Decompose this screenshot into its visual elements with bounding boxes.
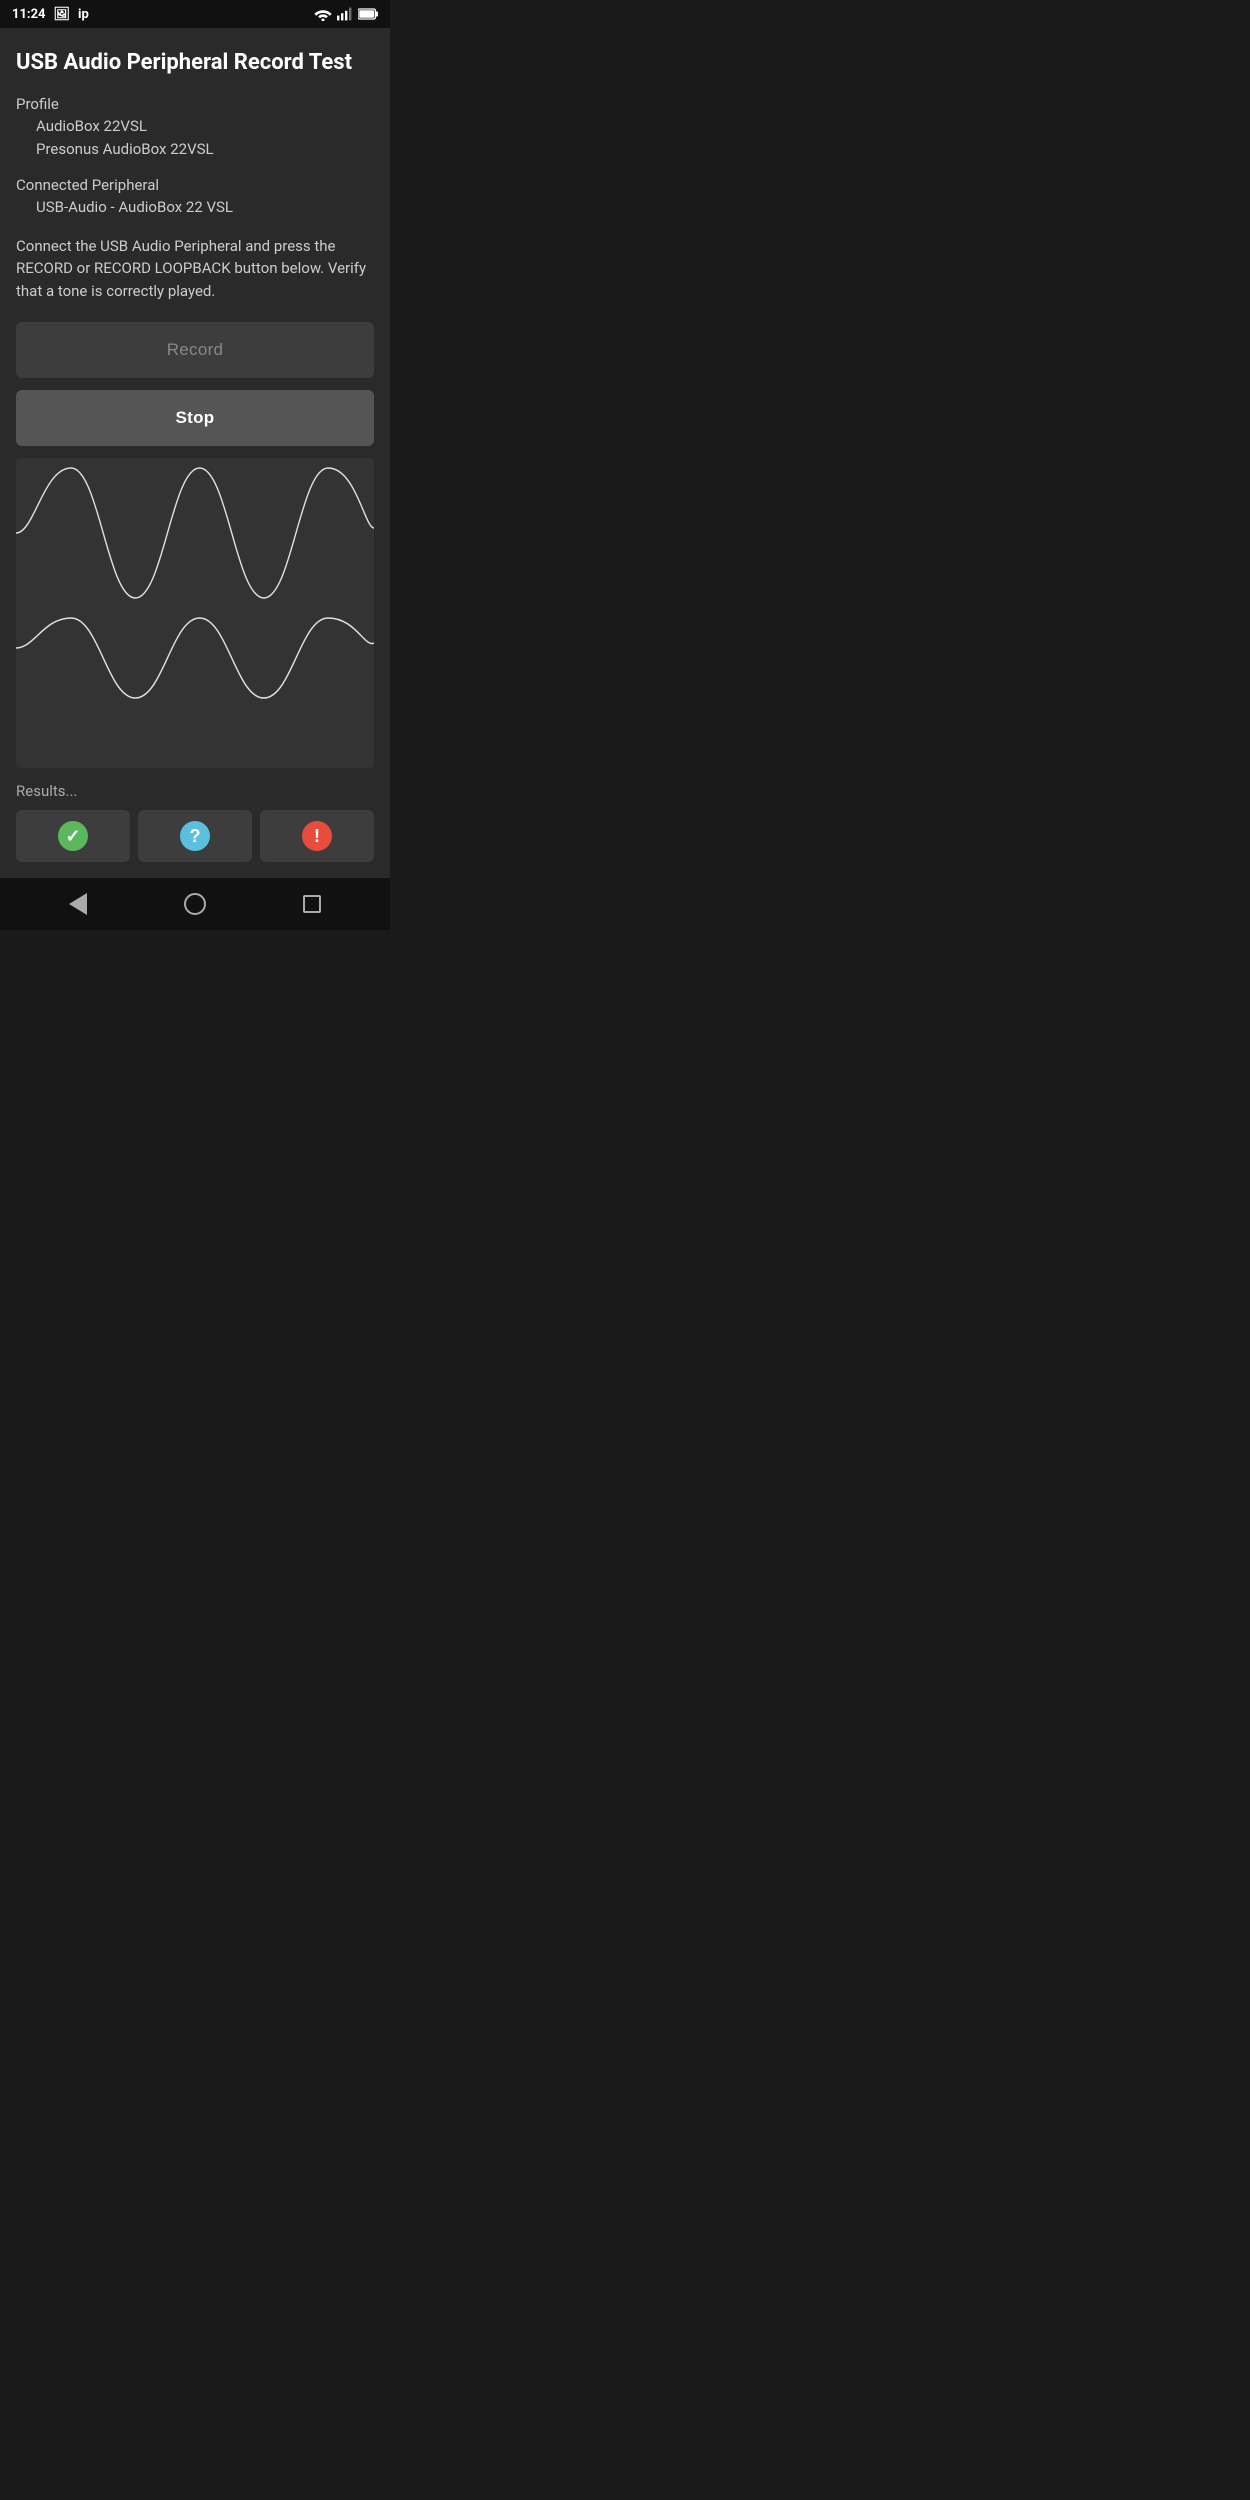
- profile-name: AudioBox 22VSL: [16, 115, 374, 138]
- result-pass-button[interactable]: ✓: [16, 810, 130, 862]
- nav-bar: [0, 878, 390, 930]
- battery-icon: [358, 8, 378, 20]
- home-button[interactable]: [176, 885, 214, 923]
- status-left: 11:24 🖼 ip: [12, 7, 89, 22]
- peripheral-label: Connected Peripheral: [16, 176, 374, 194]
- results-label: Results...: [16, 782, 374, 800]
- peripheral-section: Connected Peripheral USB-Audio - AudioBo…: [16, 176, 374, 219]
- stop-button[interactable]: Stop: [16, 390, 374, 446]
- peripheral-name: USB-Audio - AudioBox 22 VSL: [16, 196, 374, 219]
- result-unknown-button[interactable]: ?: [138, 810, 252, 862]
- result-fail-button[interactable]: !: [260, 810, 374, 862]
- page-title: USB Audio Peripheral Record Test: [16, 50, 374, 75]
- status-right: [314, 7, 378, 21]
- status-bar: 11:24 🖼 ip: [0, 0, 390, 28]
- recents-icon: [303, 895, 321, 913]
- check-icon: ✓: [58, 821, 88, 851]
- status-time: 11:24: [12, 7, 46, 22]
- photo-icon: 🖼: [54, 7, 71, 22]
- question-icon: ?: [180, 821, 210, 851]
- signal-icon: [337, 7, 353, 21]
- waveform-display: [16, 458, 374, 768]
- profile-label: Profile: [16, 95, 374, 113]
- back-icon: [69, 893, 87, 915]
- record-button[interactable]: Record: [16, 322, 374, 378]
- profile-section: Profile AudioBox 22VSL Presonus AudioBox…: [16, 95, 374, 160]
- waveform-svg: [16, 458, 374, 768]
- instruction-text: Connect the USB Audio Peripheral and pre…: [16, 235, 374, 303]
- back-button[interactable]: [61, 885, 95, 923]
- profile-subname: Presonus AudioBox 22VSL: [16, 138, 374, 161]
- wifi-icon: [314, 7, 332, 21]
- recents-button[interactable]: [295, 887, 329, 921]
- home-icon: [184, 893, 206, 915]
- ip-label: ip: [78, 7, 89, 22]
- main-content: USB Audio Peripheral Record Test Profile…: [0, 28, 390, 878]
- exclamation-icon: !: [302, 821, 332, 851]
- results-buttons: ✓ ? !: [16, 810, 374, 862]
